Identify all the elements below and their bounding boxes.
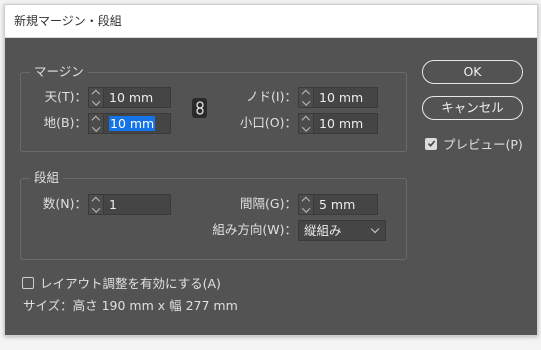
column-number-field[interactable]: 1	[88, 194, 171, 215]
stepper-down-icon[interactable]	[91, 97, 101, 106]
enable-layout-adjustment-label: レイアウト調整を有効にする(A)	[40, 276, 221, 291]
stepper-up-icon[interactable]	[301, 115, 311, 124]
stepper-up-icon[interactable]	[301, 196, 311, 205]
stepper-down-icon[interactable]	[301, 123, 311, 132]
column-number-value[interactable]: 1	[104, 195, 170, 214]
gutter-stepper[interactable]	[299, 195, 314, 214]
bottom-margin-value-wrap[interactable]: 10 mm	[104, 114, 170, 133]
stepper-down-icon[interactable]	[301, 204, 311, 213]
preview-label: プレビュー(P)	[443, 137, 523, 152]
inside-margin-label: ノド(I)：	[246, 89, 297, 104]
inside-margin-field[interactable]: 10 mm	[298, 87, 378, 108]
top-margin-field[interactable]: 10 mm	[88, 87, 171, 108]
chevron-down-icon	[370, 224, 380, 234]
margins-group: マージン	[20, 64, 407, 152]
stepper-up-icon[interactable]	[91, 115, 101, 124]
margins-group-title: マージン	[30, 64, 88, 80]
cancel-button[interactable]: キャンセル	[422, 96, 523, 120]
inside-margin-value[interactable]: 10 mm	[314, 88, 377, 107]
bottom-margin-field[interactable]: 10 mm	[88, 113, 171, 134]
layout-adjustment-check-icon[interactable]	[22, 276, 34, 289]
gutter-field[interactable]: 5 mm	[298, 194, 378, 215]
stepper-up-icon[interactable]	[91, 196, 101, 205]
outside-margin-field[interactable]: 10 mm	[298, 113, 378, 134]
outside-margin-value[interactable]: 10 mm	[314, 114, 377, 133]
bottom-margin-value[interactable]: 10 mm	[109, 116, 156, 131]
inside-margin-stepper[interactable]	[299, 88, 314, 107]
writing-direction-select[interactable]: 縦組み	[298, 220, 386, 241]
stepper-down-icon[interactable]	[91, 123, 101, 132]
new-margins-columns-dialog: 新規マージン・段組 マージン 天(T)： 10 mm 地(B)： 10 mm ノ…	[4, 4, 538, 336]
columns-group-title: 段組	[30, 170, 64, 186]
writing-direction-value: 縦組み	[304, 223, 342, 238]
stepper-up-icon[interactable]	[301, 89, 311, 98]
preview-checkbox[interactable]: プレビュー(P)	[425, 134, 523, 153]
column-number-label: 数(N)：	[42, 196, 87, 211]
writing-direction-label: 組み方向(W)：	[212, 222, 297, 237]
outside-margin-label: 小口(O)：	[239, 115, 297, 130]
column-number-stepper[interactable]	[89, 195, 104, 214]
dialog-title: 新規マージン・段組	[5, 5, 537, 38]
columns-group: 段組	[20, 170, 407, 260]
stepper-down-icon[interactable]	[91, 204, 101, 213]
page-size-text: サイズ：高さ 190 mm x 幅 277 mm	[23, 298, 238, 313]
chain-link-glyph	[195, 101, 204, 115]
top-margin-stepper[interactable]	[89, 88, 104, 107]
checkmark-icon	[427, 140, 435, 148]
outside-margin-stepper[interactable]	[299, 114, 314, 133]
bottom-margin-label: 地(B)：	[43, 115, 87, 130]
gutter-label: 間隔(G)：	[240, 196, 297, 211]
preview-check-icon[interactable]	[425, 137, 437, 150]
stepper-up-icon[interactable]	[91, 89, 101, 98]
bottom-margin-stepper[interactable]	[89, 114, 104, 133]
stepper-down-icon[interactable]	[301, 97, 311, 106]
ok-button[interactable]: OK	[422, 60, 523, 84]
top-margin-value[interactable]: 10 mm	[104, 88, 170, 107]
chain-link-icon[interactable]	[192, 98, 207, 118]
enable-layout-adjustment-checkbox[interactable]: レイアウト調整を有効にする(A)	[22, 273, 221, 292]
top-margin-label: 天(T)：	[44, 89, 87, 104]
gutter-value[interactable]: 5 mm	[314, 195, 377, 214]
